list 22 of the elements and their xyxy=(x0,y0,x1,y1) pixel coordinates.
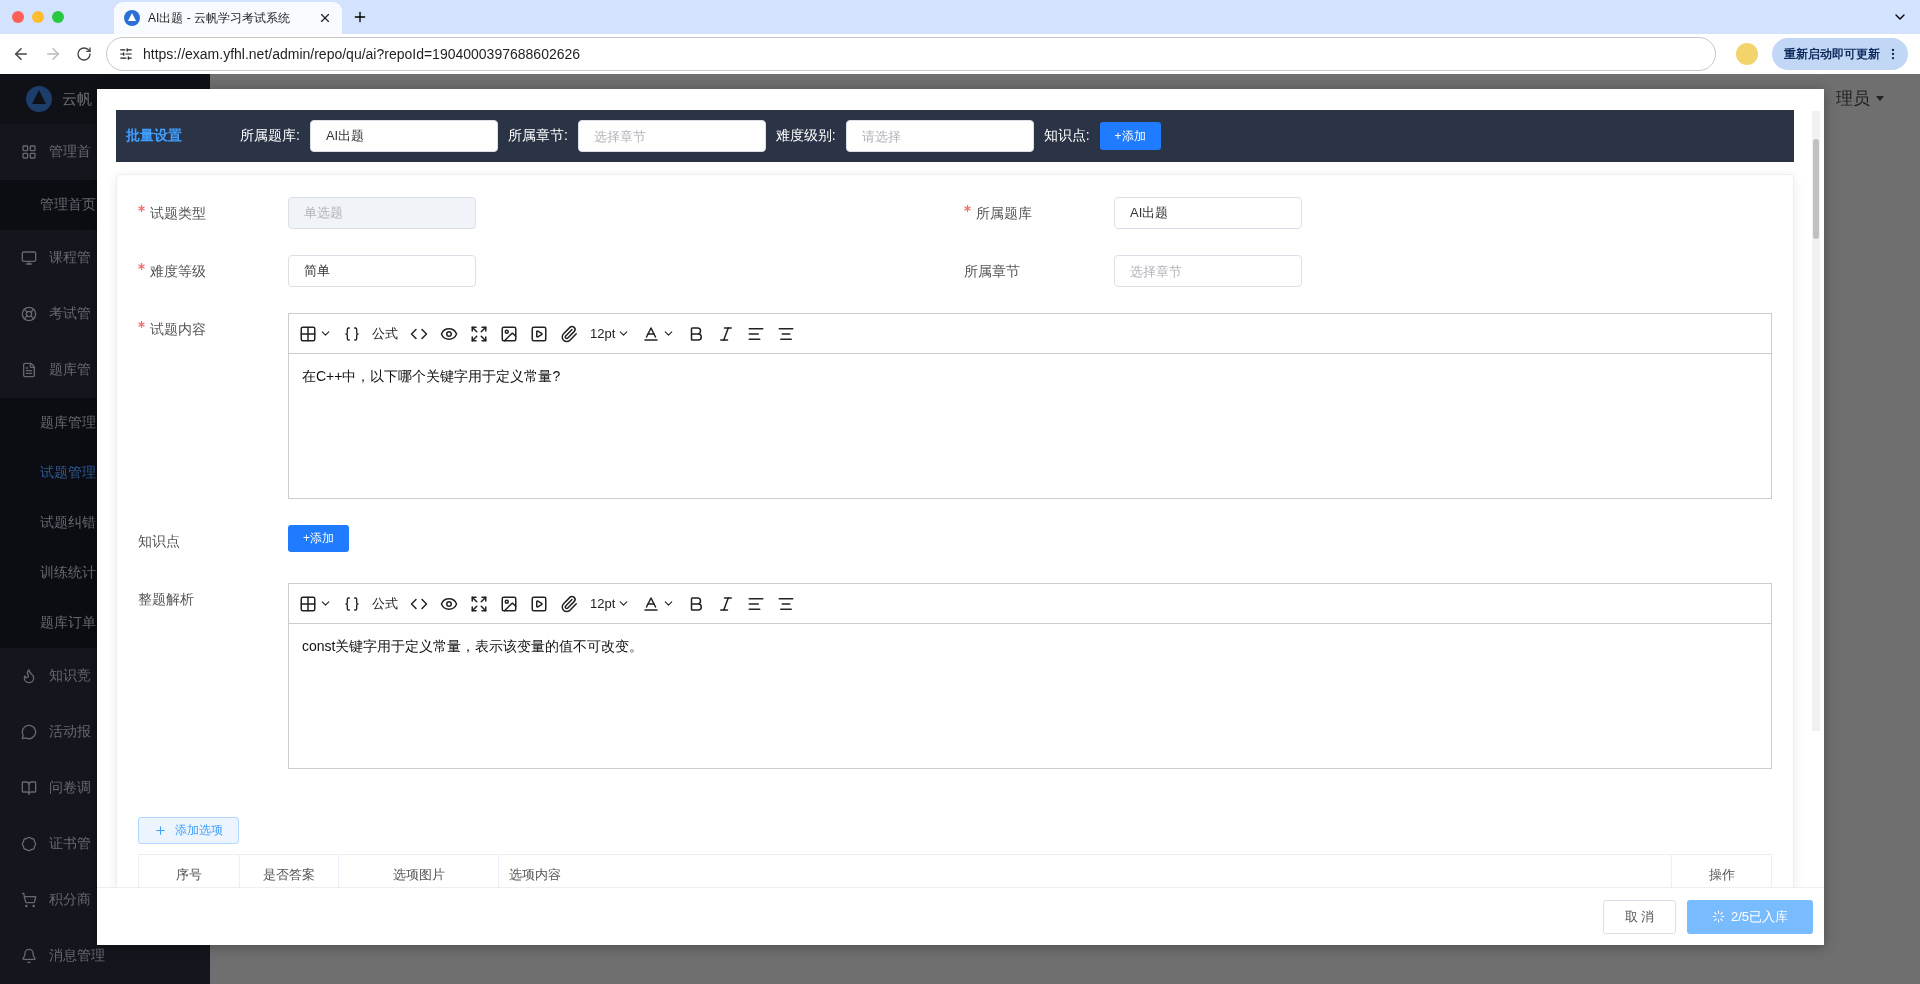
column-header: 选项图片 xyxy=(339,855,499,887)
field-label: 所属题库 xyxy=(964,197,1114,229)
field-label: 难度等级 xyxy=(138,255,288,287)
field-label: 知识点: xyxy=(1043,127,1090,145)
column-header: 操作 xyxy=(1707,866,1736,884)
field-label: 试题类型 xyxy=(138,197,288,229)
field-label: 试题内容 xyxy=(138,313,288,345)
field-label: 所属题库: xyxy=(240,127,300,145)
field-label: 整题解析 xyxy=(138,590,195,609)
editor-text: const关键字用于定义常量，表示该变量的值不可改变。 xyxy=(301,637,645,656)
field-label: 所属章节 xyxy=(964,262,1021,281)
user-name: 理员 xyxy=(1836,87,1870,110)
editor-text: 在C++中，以下哪个关键字用于定义常量? xyxy=(301,367,562,386)
batch-title: 批量设置 xyxy=(126,127,182,145)
field-label: 难度级别: xyxy=(775,127,836,145)
field-label: 知识点 xyxy=(138,532,181,551)
logo-text: 云帆 xyxy=(62,89,92,109)
column-header: 序号 xyxy=(139,855,240,887)
url-text: https://exam.yfhl.net/admin/repo/qu/ai?repoId=1904000397688602626 xyxy=(143,46,581,63)
column-header: 是否答案 xyxy=(240,855,339,887)
column-header: 选项内容 xyxy=(499,855,1672,887)
field-label: 所属章节: xyxy=(507,127,568,145)
